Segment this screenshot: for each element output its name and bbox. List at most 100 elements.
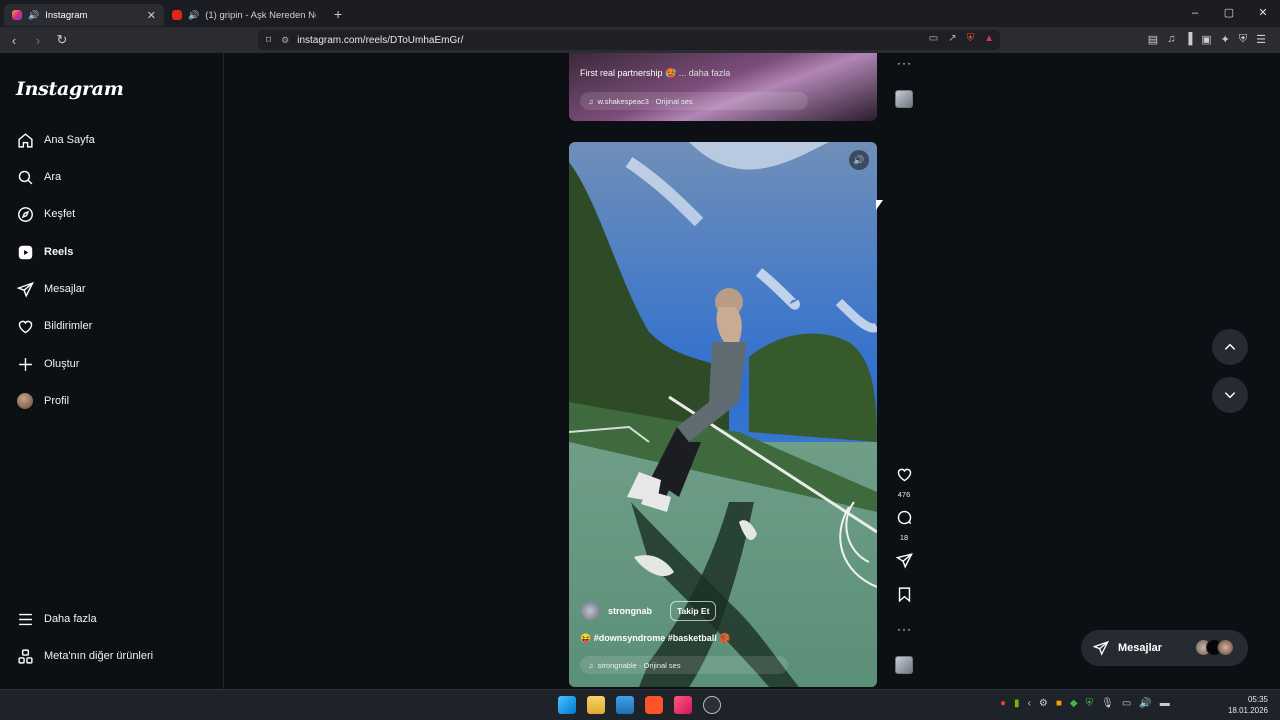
avatar-wrapper [16, 392, 34, 410]
tray-app-icon[interactable]: ‹ [1028, 698, 1031, 709]
system-tray: ● ▮ ‹ ⚙ ■ ◆ ⛨ 🎙 ▭ 🔊 ▬ [1000, 698, 1170, 709]
explore-icon [16, 205, 34, 223]
comment-icon [897, 510, 911, 525]
share-icon[interactable]: ↗ [948, 33, 956, 44]
music-note-icon: ♫ [588, 660, 594, 670]
sidebar-item-create[interactable]: Oluştur [16, 354, 79, 374]
scroll-down-button[interactable] [1212, 377, 1248, 413]
more-link[interactable]: ... daha fazla [679, 68, 731, 78]
vpn-icon[interactable]: ⛨ [1239, 33, 1247, 46]
sidebar-toggle-icon[interactable]: ▐ [1184, 33, 1192, 46]
like-button[interactable]: 476 [893, 466, 915, 499]
instagram-sidebar: Instagram Ana Sayfa Ara Keşfet Reels Mes… [0, 53, 224, 689]
bookmark-icon[interactable]: ⌑ [266, 35, 271, 46]
bookmark-icon [898, 587, 910, 603]
itunes-icon[interactable] [674, 696, 692, 714]
sidebar-item-notifications[interactable]: Bildirimler [16, 316, 92, 336]
clock-date: 18.01.2026 [1227, 706, 1268, 715]
audio-thumbnail[interactable] [895, 90, 913, 108]
heart-icon [16, 317, 34, 335]
new-tab-button[interactable]: + [334, 6, 342, 22]
sidebar-item-home[interactable]: Ana Sayfa [16, 130, 95, 150]
sidebar-item-label: Reels [44, 246, 74, 258]
sidebar-item-explore[interactable]: Keşfet [16, 204, 75, 224]
browser-extensions: ▤ ♫ ▐ ▣ ✦ ⛨ ☰ [1148, 33, 1266, 46]
browser-tab-bar: 🔊 Instagram ✕ 🔊 (1) gripin - Aşk Nereden… [0, 0, 1280, 27]
avatar [1217, 639, 1234, 656]
url-actions: ▭ ↗ ⛨ ▲ [929, 33, 994, 44]
author-avatar[interactable] [580, 601, 600, 621]
caption-text: First real partnership 🥵 [580, 68, 677, 78]
taskbar-clock[interactable]: 05:35 18.01.2026 [1228, 694, 1268, 716]
sidebar-item-label: Ana Sayfa [44, 134, 95, 146]
instagram-logo[interactable]: Instagram [16, 78, 124, 100]
url-text[interactable]: instagram.com/reels/DToUmhaEmGr/ [297, 35, 463, 46]
message-avatars [1195, 639, 1234, 656]
author-username[interactable]: strongnab [608, 606, 652, 616]
brave-browser-icon[interactable] [645, 696, 663, 714]
save-button[interactable] [893, 586, 915, 608]
nvidia-icon[interactable]: ▮ [1014, 698, 1020, 709]
share-button[interactable] [893, 552, 915, 574]
photos-icon[interactable] [616, 696, 634, 714]
brave-rewards-icon[interactable]: ▲ [984, 33, 994, 44]
forward-icon[interactable]: › [28, 33, 48, 48]
sidebar-item-label: Meta'nın diğer ürünleri [44, 650, 154, 662]
more-options-icon[interactable]: ··· [897, 622, 912, 636]
browser-menu-icon[interactable]: ☰ [1256, 33, 1266, 46]
reload-icon[interactable]: ↻ [52, 32, 72, 48]
minimize-button[interactable]: – [1178, 0, 1212, 27]
microphone-icon[interactable]: 🎙 [1101, 698, 1114, 709]
close-window-button[interactable]: ✕ [1246, 0, 1280, 27]
tray-app-icon[interactable]: ● [1000, 698, 1006, 709]
defender-icon[interactable]: ⛨ [1086, 698, 1094, 709]
sidebar-item-label: Ara [44, 171, 62, 183]
brave-shield-icon[interactable]: ⛨ [967, 33, 975, 44]
more-options-icon[interactable]: ··· [897, 56, 912, 70]
back-icon[interactable]: ‹ [4, 33, 24, 48]
follow-button[interactable]: Takip Et [670, 601, 717, 621]
sidebar-item-search[interactable]: Ara [16, 167, 61, 187]
tray-app-icon[interactable]: ◆ [1070, 698, 1078, 709]
steam-icon[interactable] [703, 696, 721, 714]
audio-thumbnail[interactable] [895, 656, 913, 674]
messages-label: Mesajlar [1118, 642, 1163, 654]
windows-start-icon[interactable] [558, 696, 576, 714]
tray-app-icon[interactable]: ■ [1056, 698, 1062, 709]
cast-icon[interactable]: ▭ [929, 33, 938, 44]
sidebar-item-meta[interactable]: Meta'nın diğer ürünleri [16, 646, 153, 666]
browser-toolbar: ‹ › ↻ ⌑ ⚙ instagram.com/reels/DToUmhaEmG… [0, 27, 1280, 53]
reel-audio[interactable]: ♫ strongnable · Orijinal ses [580, 656, 788, 674]
battery-icon[interactable]: ▬ [1160, 698, 1170, 709]
tab-youtube[interactable]: 🔊 (1) gripin - Aşk Nereden Nereye ( [164, 4, 324, 26]
scroll-up-button[interactable] [1212, 329, 1248, 365]
network-icon[interactable]: ▭ [1122, 698, 1131, 709]
close-tab-icon[interactable]: ✕ [147, 9, 156, 22]
reader-icon[interactable]: ▤ [1148, 33, 1158, 46]
settings-icon[interactable]: ⚙ [1039, 698, 1048, 709]
restore-button[interactable]: ▢ [1212, 0, 1246, 27]
address-bar[interactable]: ⌑ ⚙ instagram.com/reels/DToUmhaEmGr/ ▭ ↗… [258, 30, 1000, 50]
taskbar-apps [558, 696, 721, 714]
sidebar-item-more[interactable]: Daha fazla [16, 609, 97, 629]
current-reel[interactable]: 🔊 strongnab Takip Et 😝 #downsyndrome #ba… [569, 142, 877, 687]
sound-icon[interactable]: 🔊 [849, 150, 869, 170]
site-info-icon[interactable]: ⚙ [281, 35, 289, 46]
sidebar-item-reels[interactable]: Reels [16, 242, 73, 262]
volume-icon[interactable]: 🔊 [1139, 698, 1151, 709]
media-icon[interactable]: ♫ [1167, 33, 1175, 46]
comment-button[interactable]: 18 [893, 509, 915, 542]
previous-reel[interactable]: First real partnership 🥵 ... daha fazla … [569, 53, 877, 121]
send-icon [16, 280, 34, 298]
leo-ai-icon[interactable]: ✦ [1221, 33, 1230, 46]
previous-reel-audio[interactable]: ♫ w.shakespeac3 · Orijinal ses [580, 92, 808, 110]
previous-reel-caption: First real partnership 🥵 ... daha fazla [580, 68, 730, 79]
file-explorer-icon[interactable] [587, 696, 605, 714]
sidebar-item-messages[interactable]: Mesajlar [16, 279, 86, 299]
send-icon [1093, 640, 1109, 656]
wallet-icon[interactable]: ▣ [1201, 33, 1211, 46]
comment-count: 18 [899, 533, 909, 542]
tab-instagram[interactable]: 🔊 Instagram ✕ [4, 4, 164, 26]
messages-pill[interactable]: Mesajlar [1081, 630, 1248, 666]
sidebar-item-profile[interactable]: Profil [16, 391, 69, 411]
